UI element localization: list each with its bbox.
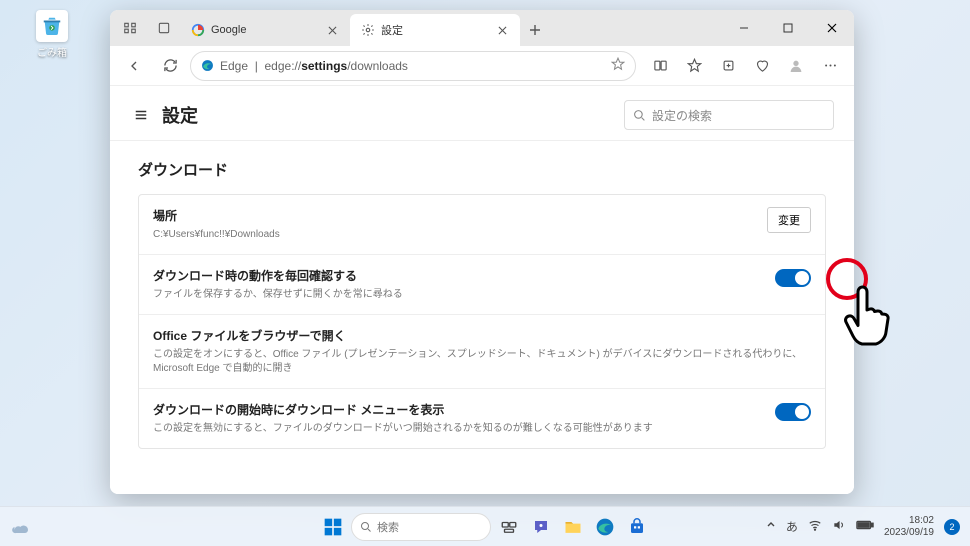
tab-google[interactable]: Google (180, 14, 350, 46)
titlebar: Google 設定 (110, 10, 854, 46)
system-tray: あ 18:02 2023/09/19 2 (766, 515, 970, 538)
tab-label: 設定 (381, 22, 403, 38)
row-title: 場所 (153, 207, 753, 224)
search-placeholder: 検索 (377, 519, 399, 535)
store-icon[interactable] (623, 513, 651, 541)
new-tab-button[interactable] (520, 14, 550, 46)
taskbar-search[interactable]: 検索 (351, 513, 491, 541)
tray-chevron-icon[interactable] (766, 520, 776, 533)
battery-icon[interactable] (856, 519, 874, 534)
row-download-menu: ダウンロードの開始時にダウンロード メニューを表示 この設定を無効にすると、ファ… (139, 389, 825, 448)
row-desc: この設定を無効にすると、ファイルのダウンロードがいつ開始されるかを知るのが難しく… (153, 422, 761, 436)
row-desc: ファイルを保存するか、保存せずに開くかを常に尋ねる (153, 288, 761, 302)
more-icon[interactable] (814, 50, 846, 82)
edge-icon (201, 59, 214, 72)
close-window-button[interactable] (810, 10, 854, 46)
favorite-icon[interactable] (611, 57, 625, 74)
settings-search[interactable]: 設定の検索 (624, 100, 834, 130)
refresh-button[interactable] (154, 50, 186, 82)
row-desc: この設定をオンにすると、Office ファイル (プレゼンテーション、スプレッド… (153, 348, 811, 376)
section-title: ダウンロード (138, 159, 826, 180)
close-icon[interactable] (494, 22, 510, 38)
weather-widget[interactable] (10, 518, 28, 536)
row-title: Office ファイルをブラウザーで開く (153, 327, 811, 344)
minimize-button[interactable] (722, 10, 766, 46)
back-button[interactable] (118, 50, 150, 82)
row-ask-each-time: ダウンロード時の動作を毎回確認する ファイルを保存するか、保存せずに開くかを常に… (139, 255, 825, 315)
url-field[interactable]: Edge | edge://settings/downloads (190, 51, 636, 81)
wifi-icon[interactable] (808, 518, 822, 535)
row-title: ダウンロードの開始時にダウンロード メニューを表示 (153, 401, 761, 418)
taskbar: 検索 あ 18:02 2023/09/19 2 (0, 506, 970, 546)
change-location-button[interactable]: 変更 (767, 207, 811, 233)
row-location: 場所 C:¥Users¥func!!¥Downloads 変更 (139, 195, 825, 255)
settings-content: 設定 設定の検索 ダウンロード 場所 C:¥Users¥func!!¥Downl… (110, 86, 854, 494)
download-menu-toggle[interactable] (775, 403, 811, 421)
favorites-icon[interactable] (678, 50, 710, 82)
tab-label: Google (211, 24, 246, 36)
start-button[interactable] (319, 513, 347, 541)
notification-badge[interactable]: 2 (944, 519, 960, 535)
recycle-bin-icon (36, 10, 68, 42)
page-title: 設定 (162, 102, 198, 128)
edge-icon[interactable] (591, 513, 619, 541)
search-icon (633, 109, 646, 122)
address-bar: Edge | edge://settings/downloads (110, 46, 854, 86)
workspaces-icon[interactable] (114, 12, 146, 44)
heart-icon[interactable] (746, 50, 778, 82)
row-office-in-browser: Office ファイルをブラウザーで開く この設定をオンにすると、Office … (139, 315, 825, 389)
maximize-button[interactable] (766, 10, 810, 46)
weather-icon (10, 518, 28, 536)
date: 2023/09/19 (884, 527, 934, 539)
row-title: ダウンロード時の動作を毎回確認する (153, 267, 761, 284)
split-screen-icon[interactable] (644, 50, 676, 82)
search-placeholder: 設定の検索 (652, 107, 712, 124)
recycle-bin[interactable]: ごみ箱 (28, 10, 76, 59)
close-icon[interactable] (324, 22, 340, 38)
tab-settings[interactable]: 設定 (350, 14, 520, 46)
clock[interactable]: 18:02 2023/09/19 (884, 515, 934, 538)
ask-each-time-toggle[interactable] (775, 269, 811, 287)
ime-indicator[interactable]: あ (786, 518, 798, 535)
explorer-icon[interactable] (559, 513, 587, 541)
search-icon (360, 521, 372, 533)
downloads-card: 場所 C:¥Users¥func!!¥Downloads 変更 ダウンロード時の… (138, 194, 826, 449)
tab-actions-icon[interactable] (148, 12, 180, 44)
time: 18:02 (884, 515, 934, 527)
gear-icon (361, 23, 375, 37)
recycle-bin-label: ごみ箱 (37, 44, 67, 59)
hamburger-icon[interactable] (130, 104, 152, 126)
browser-window: Google 設定 Edge | edge://settings/downloa… (110, 10, 854, 494)
url-text: Edge | edge://settings/downloads (220, 59, 408, 73)
chat-icon[interactable] (527, 513, 555, 541)
volume-icon[interactable] (832, 518, 846, 535)
row-desc: C:¥Users¥func!!¥Downloads (153, 228, 753, 242)
profile-icon[interactable] (780, 50, 812, 82)
collections-icon[interactable] (712, 50, 744, 82)
task-view-icon[interactable] (495, 513, 523, 541)
google-favicon-icon (191, 23, 205, 37)
